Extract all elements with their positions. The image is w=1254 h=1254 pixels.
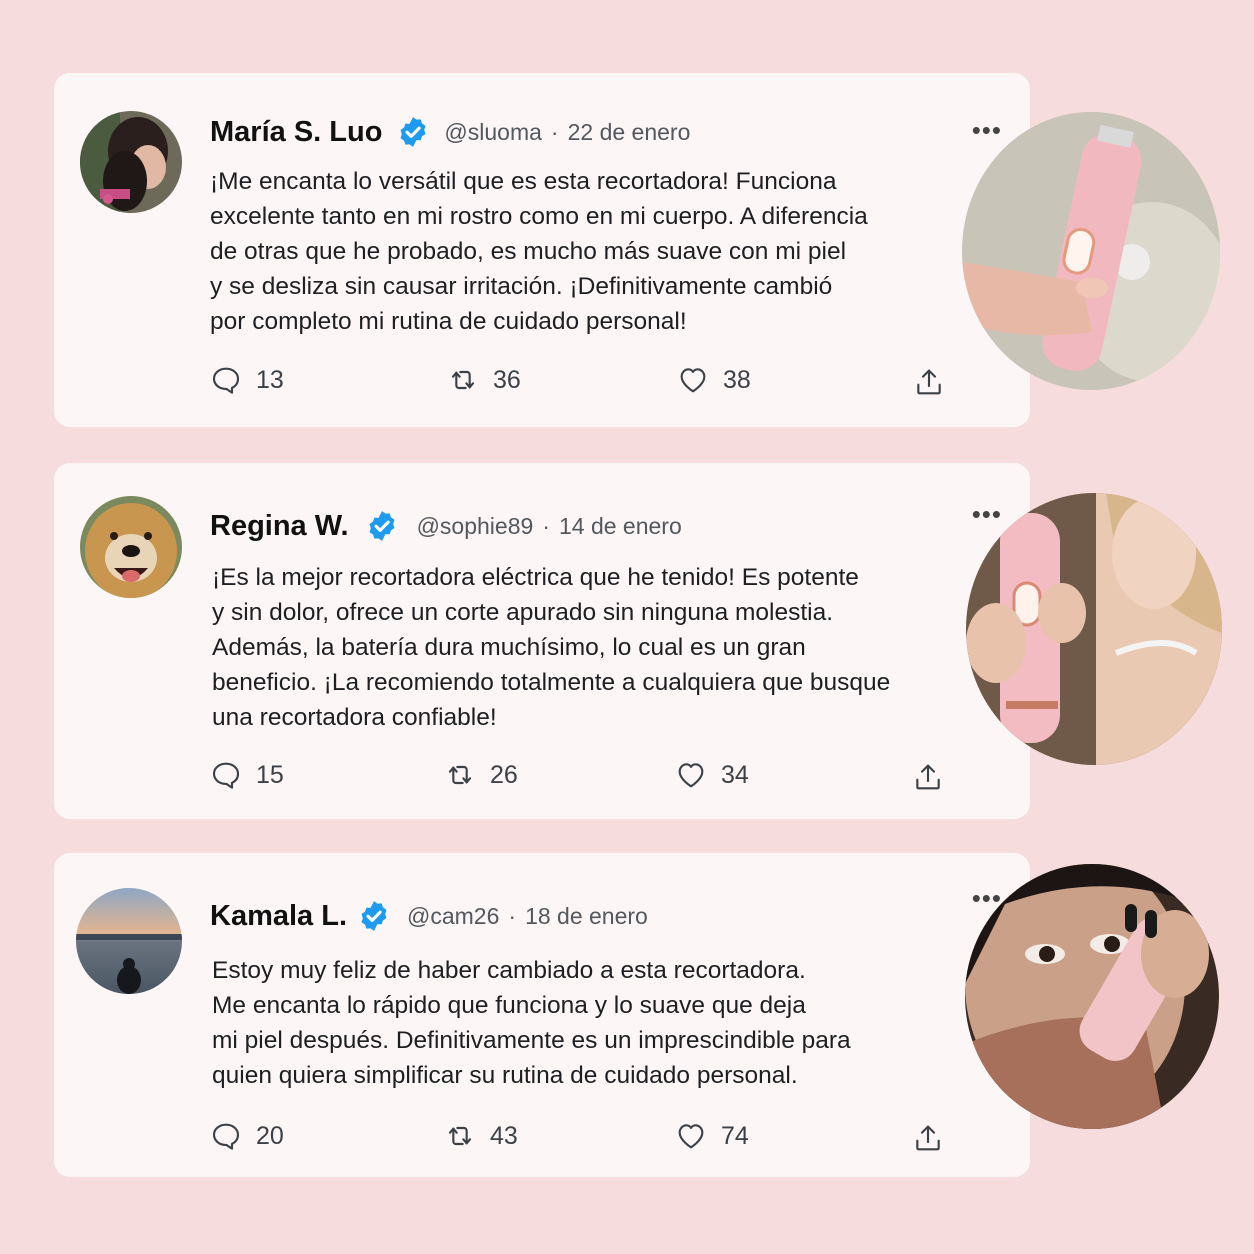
- verified-badge-icon: [400, 117, 426, 147]
- reply-icon: [212, 367, 240, 394]
- retweet-icon: [448, 765, 472, 785]
- avatar[interactable]: [80, 111, 182, 213]
- like-count: 38: [723, 365, 751, 394]
- author-handle[interactable]: @sophie89: [417, 513, 534, 540]
- tweet-text-line: de otras que he probado, es mucho más su…: [210, 238, 847, 265]
- retweet-icon: [448, 1126, 472, 1146]
- share-icon: [916, 764, 940, 790]
- like-button[interactable]: 34: [675, 759, 749, 791]
- retweet-count: 43: [490, 1121, 518, 1150]
- share-icon: [917, 369, 941, 395]
- tweet-text-line: quien quiera simplificar su rutina de cu…: [212, 1062, 798, 1089]
- verified-badge-icon: [369, 511, 395, 541]
- author-name[interactable]: Regina W.: [210, 510, 349, 543]
- tweet-text-line: excelente tanto en mi rostro como en mi …: [210, 203, 868, 230]
- author-name[interactable]: Kamala L.: [210, 900, 347, 933]
- reply-button[interactable]: 13: [210, 364, 284, 396]
- tweet-card: María S. Luo @sluoma · 22 de enero ••• ¡…: [54, 73, 1030, 427]
- more-icon[interactable]: •••: [972, 885, 1002, 911]
- retweet-button[interactable]: 36: [447, 364, 521, 396]
- reply-icon: [212, 1123, 240, 1150]
- share-button[interactable]: [912, 761, 944, 793]
- reply-button[interactable]: 15: [210, 759, 284, 791]
- share-button[interactable]: [912, 1122, 944, 1154]
- tweet-text-line: Me encanta lo rápido que funciona y lo s…: [212, 992, 806, 1019]
- tweet-text: ¡Me encanta lo versátil que es esta reco…: [210, 164, 900, 339]
- separator-dot: ·: [542, 512, 550, 539]
- tweet-text: Estoy muy feliz de haber cambiado a esta…: [212, 953, 902, 1093]
- like-button[interactable]: 74: [675, 1120, 749, 1152]
- product-photo: [966, 493, 1222, 765]
- retweet-button[interactable]: 26: [444, 759, 518, 791]
- author-name[interactable]: María S. Luo: [210, 116, 382, 149]
- author-handle[interactable]: @cam26: [407, 903, 499, 930]
- like-count: 74: [721, 1121, 749, 1150]
- tweet-text-line: y se desliza sin causar irritación. ¡Def…: [210, 273, 833, 300]
- heart-icon: [680, 368, 706, 393]
- author-handle[interactable]: @sluoma: [444, 119, 542, 146]
- verified-badge-icon: [361, 901, 387, 931]
- tweet-text-line: por completo mi rutina de cuidado person…: [210, 308, 687, 335]
- product-photo: [965, 864, 1219, 1129]
- share-icon: [916, 1125, 940, 1151]
- avatar[interactable]: [76, 888, 182, 994]
- product-photo: [962, 112, 1220, 390]
- reply-count: 15: [256, 760, 284, 789]
- retweet-button[interactable]: 43: [444, 1120, 518, 1152]
- tweet-date[interactable]: 22 de enero: [568, 119, 691, 146]
- retweet-count: 26: [490, 760, 518, 789]
- heart-icon: [678, 1124, 704, 1149]
- reply-button[interactable]: 20: [210, 1120, 284, 1152]
- more-icon[interactable]: •••: [972, 501, 1002, 527]
- avatar[interactable]: [80, 496, 182, 598]
- tweet-text-line: y sin dolor, ofrece un corte apurado sin…: [212, 599, 834, 626]
- reply-icon: [212, 762, 240, 789]
- separator-dot: ·: [550, 118, 559, 145]
- like-button[interactable]: 38: [677, 364, 751, 396]
- reply-count: 13: [256, 365, 284, 394]
- tweet-date[interactable]: 18 de enero: [525, 903, 648, 930]
- share-button[interactable]: [913, 366, 945, 398]
- tweet-card: Kamala L. @cam26 · 18 de enero ••• Estoy…: [54, 853, 1030, 1177]
- tweet-text-line: beneficio. ¡La recomiendo totalmente a c…: [212, 669, 891, 696]
- tweet-header: María S. Luo @sluoma · 22 de enero: [210, 115, 690, 149]
- tweet-text-line: mi piel después. Definitivamente es un i…: [212, 1027, 851, 1054]
- tweet-text-line: una recortadora confiable!: [212, 704, 497, 731]
- heart-icon: [678, 763, 704, 788]
- retweet-icon: [451, 370, 475, 390]
- tweet-text-line: Además, la batería dura muchísimo, lo cu…: [212, 634, 806, 661]
- tweet-card: Regina W. @sophie89 · 14 de enero ••• ¡E…: [54, 463, 1030, 819]
- tweet-text-line: ¡Es la mejor recortadora eléctrica que h…: [212, 564, 859, 591]
- retweet-count: 36: [493, 365, 521, 394]
- tweet-header: Kamala L. @cam26 · 18 de enero: [210, 899, 648, 933]
- tweet-header: Regina W. @sophie89 · 14 de enero: [210, 509, 682, 543]
- more-icon[interactable]: •••: [972, 117, 1002, 143]
- tweet-date[interactable]: 14 de enero: [559, 513, 682, 540]
- tweet-text-line: ¡Me encanta lo versátil que es esta reco…: [210, 168, 837, 195]
- tweet-text-line: Estoy muy feliz de haber cambiado a esta…: [212, 957, 806, 984]
- tweet-text: ¡Es la mejor recortadora eléctrica que h…: [212, 560, 902, 735]
- like-count: 34: [721, 760, 749, 789]
- separator-dot: ·: [508, 902, 517, 929]
- reply-count: 20: [256, 1121, 284, 1150]
